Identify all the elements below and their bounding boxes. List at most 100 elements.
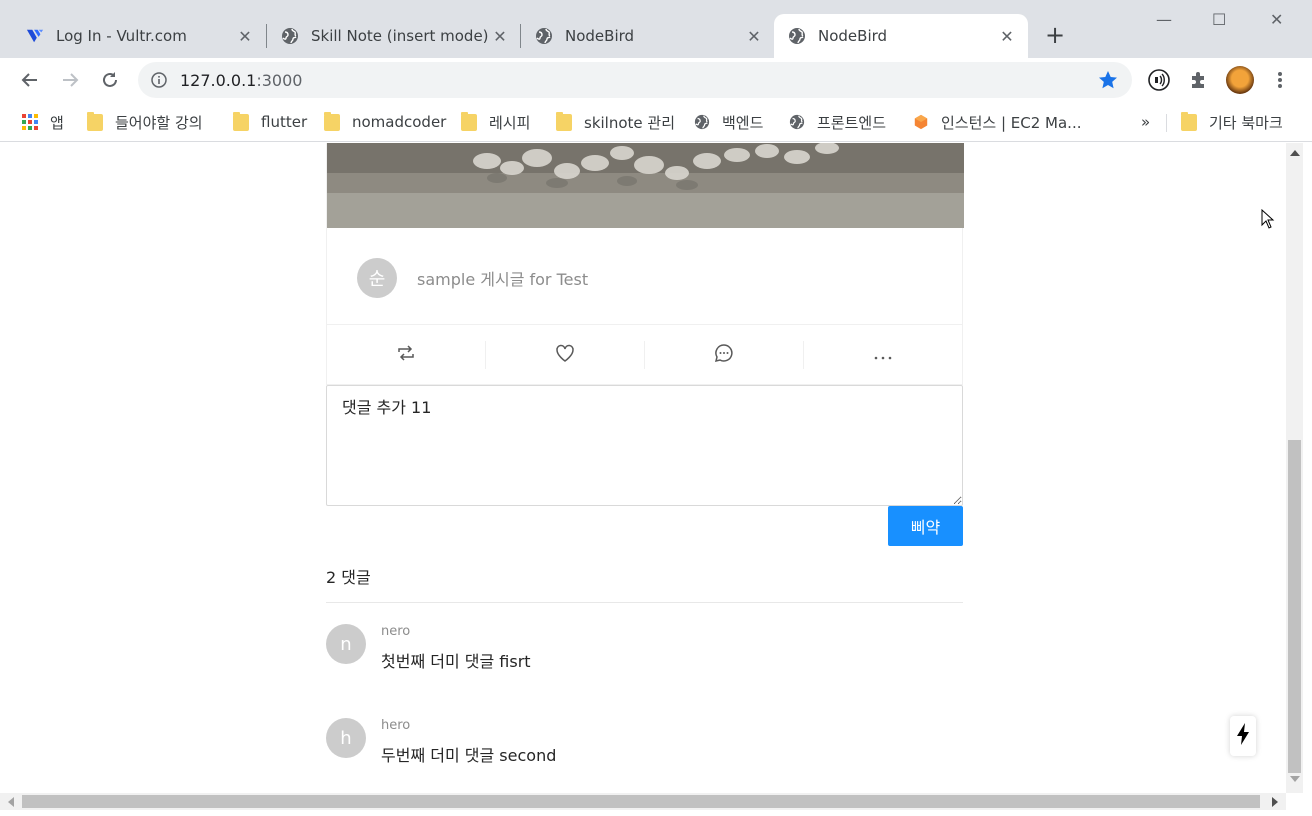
bookmark-label: 기타 북마크 xyxy=(1209,113,1283,132)
bookmark-folder[interactable]: flutter xyxy=(233,111,307,133)
globe-icon xyxy=(281,27,299,45)
post-actions xyxy=(327,324,962,384)
comment-textarea[interactable]: 댓글 추가 11 xyxy=(326,385,963,506)
profile-avatar[interactable] xyxy=(1226,66,1254,94)
vertical-scrollbar[interactable] xyxy=(1286,143,1303,793)
folder-icon xyxy=(556,111,572,131)
heart-icon xyxy=(555,344,575,366)
globe-icon xyxy=(789,114,805,130)
bookmark-label: 프론트엔드 xyxy=(817,113,887,132)
close-icon[interactable]: ✕ xyxy=(998,27,1016,46)
reload-icon[interactable] xyxy=(96,66,124,94)
retweet-button[interactable] xyxy=(327,340,486,369)
tab-vultr[interactable]: Log In - Vultr.com ✕ xyxy=(0,14,266,58)
bookmark-label: nomadcoder xyxy=(352,113,447,131)
comment-body: nero 첫번째 더미 댓글 fisrt xyxy=(381,624,531,672)
close-icon[interactable]: ✕ xyxy=(236,27,254,46)
globe-icon xyxy=(694,114,710,130)
tab-nodebird-active[interactable]: NodeBird ✕ xyxy=(774,14,1028,58)
tab-nodebird[interactable]: NodeBird ✕ xyxy=(509,14,775,58)
list-item: n nero 첫번째 더미 댓글 fisrt xyxy=(326,624,963,672)
url-port: :3000 xyxy=(256,70,303,90)
scroll-left-arrow-icon[interactable] xyxy=(8,797,14,807)
other-bookmarks[interactable]: 기타 북마크 xyxy=(1181,111,1283,133)
bookmark-star-icon[interactable] xyxy=(1098,70,1118,94)
url-text[interactable]: 127.0.0.1:3000 xyxy=(180,71,302,90)
tab-skill-note[interactable]: Skill Note (insert mode) ✕ xyxy=(255,14,521,58)
bookmark-label: flutter xyxy=(261,113,308,131)
aws-icon xyxy=(913,114,929,130)
list-item: h hero 두번째 더미 댓글 second xyxy=(326,718,963,766)
globe-icon xyxy=(788,27,806,45)
comment-form: 댓글 추가 11 삐약 xyxy=(326,385,963,546)
more-button[interactable] xyxy=(804,341,962,369)
bookmark-label: 인스턴스 | EC2 Ma... xyxy=(941,113,1082,132)
avatar[interactable]: 순 xyxy=(357,258,397,298)
avatar[interactable]: h xyxy=(326,718,366,758)
extensions-puzzle-icon[interactable] xyxy=(1187,68,1211,92)
comment-content: 두번째 더미 댓글 second xyxy=(381,746,557,765)
post-meta: 순 sample 게시글 for Test xyxy=(357,258,588,298)
bookmarks-overflow-button[interactable]: » xyxy=(1141,111,1150,133)
scrollbar-thumb[interactable] xyxy=(1288,440,1301,773)
like-button[interactable] xyxy=(486,340,645,369)
comment-author: hero xyxy=(381,718,411,733)
new-tab-button[interactable]: + xyxy=(1042,22,1068,48)
ellipsis-icon xyxy=(874,345,892,364)
bookmark-label: 들어야할 강의 xyxy=(115,113,203,132)
menu-kebab-icon[interactable] xyxy=(1268,68,1292,92)
scroll-down-arrow-icon[interactable] xyxy=(1290,776,1300,782)
comment-author: nero xyxy=(381,624,411,639)
avatar[interactable]: n xyxy=(326,624,366,664)
bookmark-link[interactable]: 인스턴스 | EC2 Ma... xyxy=(913,111,1082,133)
bookmark-link[interactable]: 백엔드 xyxy=(694,111,763,133)
audio-extension-icon[interactable] xyxy=(1147,68,1171,92)
bookmark-link[interactable]: 프론트엔드 xyxy=(789,111,886,133)
bookmark-folder[interactable]: skilnote 관리 xyxy=(556,111,675,133)
retweet-icon xyxy=(396,344,416,365)
bookmark-folder[interactable]: nomadcoder xyxy=(324,111,446,133)
scroll-right-arrow-icon[interactable] xyxy=(1272,797,1278,807)
post-cover-image[interactable] xyxy=(327,143,964,228)
comment-count-header: 2 댓글 xyxy=(326,561,963,603)
browser-toolbar: 127.0.0.1:3000 xyxy=(0,58,1312,102)
folder-icon xyxy=(233,111,249,131)
window-close-icon[interactable]: ✕ xyxy=(1270,10,1283,29)
comment-body: hero 두번째 더미 댓글 second xyxy=(381,718,556,766)
apps-grid-icon xyxy=(22,114,38,130)
bookmark-apps[interactable]: 앱 xyxy=(22,111,64,133)
bookmark-folder[interactable]: 레시피 xyxy=(461,111,530,133)
message-icon xyxy=(714,343,734,367)
scrollbar-thumb[interactable] xyxy=(22,795,1260,808)
comment-button[interactable] xyxy=(645,340,804,369)
bookmark-label: 레시피 xyxy=(489,113,531,132)
bookmark-folder[interactable]: 들어야할 강의 xyxy=(87,111,203,133)
mouse-cursor-icon xyxy=(1261,208,1275,233)
folder-icon xyxy=(1181,111,1197,131)
folder-icon xyxy=(324,111,340,131)
site-info-icon[interactable] xyxy=(150,71,168,89)
forward-arrow-icon[interactable] xyxy=(56,66,84,94)
dev-tools-button[interactable] xyxy=(1230,716,1256,756)
maximize-icon[interactable]: ☐ xyxy=(1212,10,1226,29)
tab-title: Log In - Vultr.com xyxy=(56,27,187,45)
horizontal-scrollbar[interactable] xyxy=(0,793,1286,810)
bookmarks-bar: 앱 들어야할 강의 flutter nomadcoder 레시피 skilnot… xyxy=(0,102,1312,142)
close-icon[interactable]: ✕ xyxy=(745,27,763,46)
post-card: 순 sample 게시글 for Test xyxy=(326,143,964,385)
bookmark-label: 앱 xyxy=(50,113,64,132)
close-icon[interactable]: ✕ xyxy=(491,27,509,46)
address-bar[interactable]: 127.0.0.1:3000 xyxy=(138,62,1132,98)
scroll-up-arrow-icon[interactable] xyxy=(1290,150,1300,156)
submit-comment-button[interactable]: 삐약 xyxy=(888,506,963,546)
bookmark-separator xyxy=(1166,114,1167,132)
comment-content: 첫번째 더미 댓글 fisrt xyxy=(381,652,531,671)
folder-icon xyxy=(461,111,477,131)
tab-title: NodeBird xyxy=(818,27,888,45)
minimize-icon[interactable]: — xyxy=(1156,10,1172,29)
bookmark-label: 백엔드 xyxy=(722,113,764,132)
back-arrow-icon[interactable] xyxy=(16,66,44,94)
window-frame xyxy=(1303,143,1312,816)
vultr-logo-icon xyxy=(26,27,44,45)
url-host: 127.0.0.1 xyxy=(180,70,257,90)
